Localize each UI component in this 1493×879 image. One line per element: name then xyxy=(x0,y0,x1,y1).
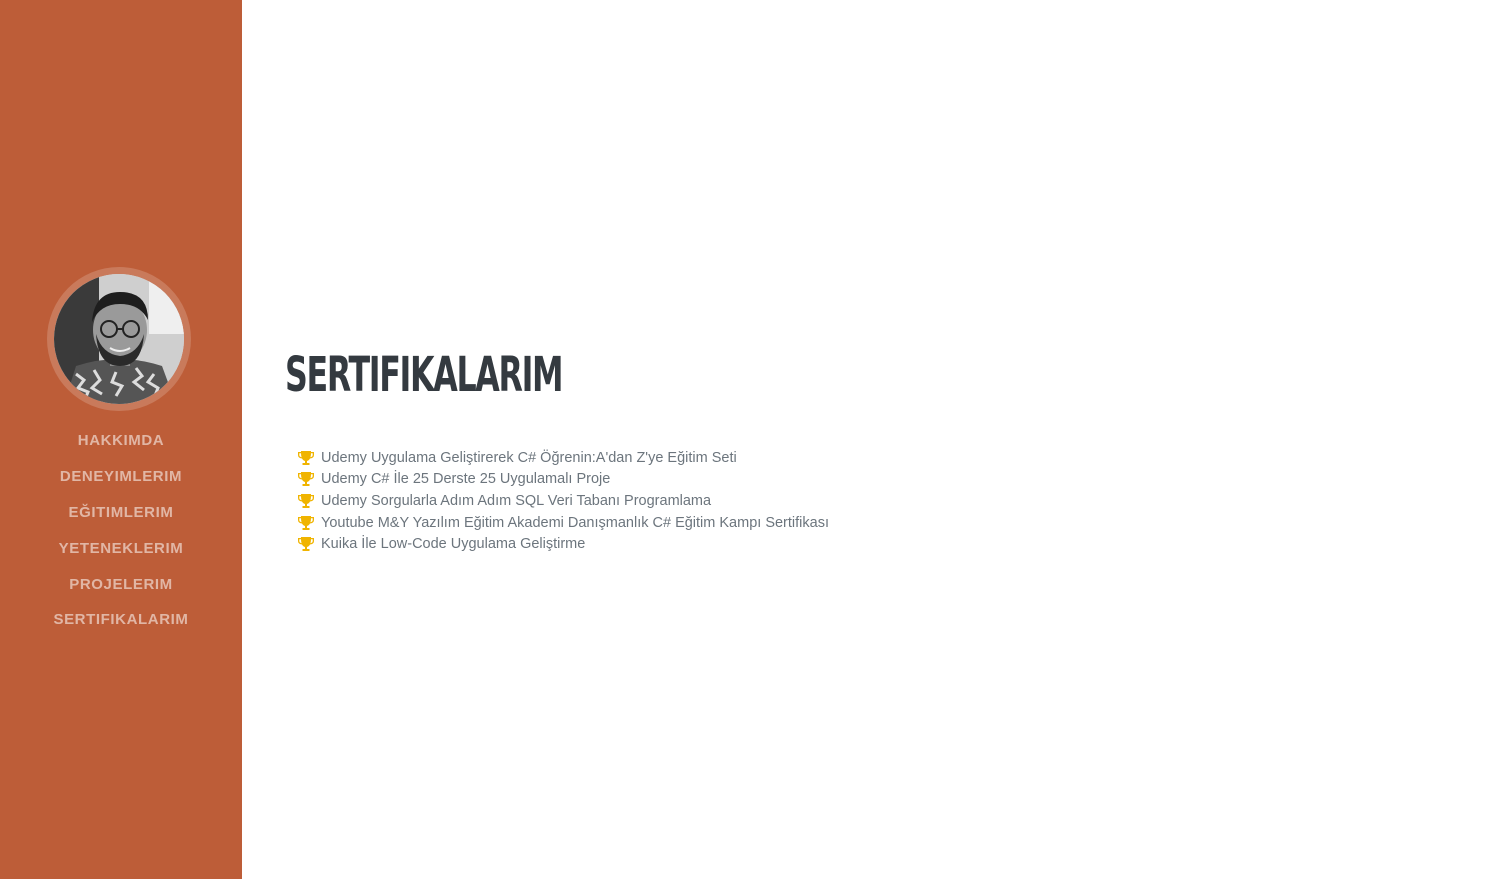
nav-item-sertifikalarim: SERTIFIKALARIM xyxy=(0,602,242,638)
main-content: SERTIFIKALARIM Udemy Uygulama Geliştirer… xyxy=(242,0,1493,879)
list-item: Udemy Uygulama Geliştirerek C# Öğrenin:A… xyxy=(297,447,829,469)
trophy-icon xyxy=(298,493,314,508)
certificate-list: Udemy Uygulama Geliştirerek C# Öğrenin:A… xyxy=(297,447,829,555)
nav-item-hakkimda: HAKKIMDA xyxy=(0,423,242,459)
profile-photo-icon xyxy=(54,274,184,404)
nav-item-egitimlerim: EĞITIMLERIM xyxy=(0,495,242,531)
nav-link-egitimlerim[interactable]: EĞITIMLERIM xyxy=(69,504,174,521)
nav-item-deneyimlerim: DENEYIMLERIM xyxy=(0,459,242,495)
nav-link-hakkimda[interactable]: HAKKIMDA xyxy=(78,432,164,449)
nav-link-sertifikalarim[interactable]: SERTIFIKALARIM xyxy=(53,611,188,628)
trophy-icon xyxy=(298,450,314,465)
nav-item-yeteneklerim: YETENEKLERIM xyxy=(0,530,242,566)
trophy-icon xyxy=(298,537,314,552)
certificate-text: Youtube M&Y Yazılım Eğitim Akademi Danış… xyxy=(321,514,829,531)
trophy-icon xyxy=(298,472,314,487)
certificate-text: Udemy Uygulama Geliştirerek C# Öğrenin:A… xyxy=(321,449,737,466)
page-title: SERTIFIKALARIM xyxy=(285,347,564,403)
certificate-text: Udemy C# İle 25 Derste 25 Uygulamalı Pro… xyxy=(321,471,611,488)
avatar xyxy=(54,274,184,404)
list-item: Udemy C# İle 25 Derste 25 Uygulamalı Pro… xyxy=(297,469,829,491)
certificate-text: Kuika İle Low-Code Uygulama Geliştirme xyxy=(321,536,586,553)
nav-link-yeteneklerim[interactable]: YETENEKLERIM xyxy=(59,540,184,557)
nav-link-projelerim[interactable]: PROJELERIM xyxy=(69,576,173,593)
list-item: Youtube M&Y Yazılım Eğitim Akademi Danış… xyxy=(297,512,829,534)
sidebar: HAKKIMDA DENEYIMLERIM EĞITIMLERIM YETENE… xyxy=(0,0,242,879)
list-item: Udemy Sorgularla Adım Adım SQL Veri Taba… xyxy=(297,490,829,512)
certificate-text: Udemy Sorgularla Adım Adım SQL Veri Taba… xyxy=(321,492,712,509)
list-item: Kuika İle Low-Code Uygulama Geliştirme xyxy=(297,533,829,555)
avatar-frame xyxy=(47,267,191,411)
trophy-icon xyxy=(298,515,314,530)
nav-item-projelerim: PROJELERIM xyxy=(0,566,242,602)
nav-link-deneyimlerim[interactable]: DENEYIMLERIM xyxy=(60,468,182,485)
sidebar-nav: HAKKIMDA DENEYIMLERIM EĞITIMLERIM YETENE… xyxy=(0,423,242,638)
